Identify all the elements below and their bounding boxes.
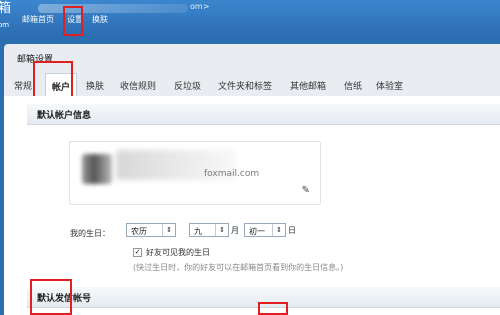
tab-skin[interactable]: 换肤 [86, 79, 104, 92]
month-select[interactable]: 九 ⇕ [189, 223, 229, 237]
default-account-section-title: 默认帐户信息 [37, 111, 92, 121]
nav-mail-home[interactable]: 邮箱首页 [22, 14, 54, 25]
select-arrow-icon: ⇕ [272, 224, 285, 236]
default-account-section-header: 默认帐户信息 [27, 104, 500, 125]
brand-text: 箱 [0, 1, 12, 16]
blurred-email-address [38, 4, 188, 13]
tab-lab[interactable]: 体验室 [376, 79, 403, 92]
settings-highlight-box [63, 6, 83, 36]
avatar-blurred [82, 154, 112, 184]
day-value: 初一 [249, 227, 265, 236]
brand-subtext: om [0, 21, 10, 29]
birthday-hint: (快过生日时，你的好友可以在邮箱首页看到你的生日信息。) [133, 263, 344, 272]
settings-tabs: 常规 帐户 换肤 收信规则 反垃圾 文件夹和标签 其他邮箱 信纸 体验室 [4, 73, 500, 97]
day-select[interactable]: 初一 ⇕ [244, 223, 286, 237]
tab-general[interactable]: 常规 [14, 79, 32, 92]
account-card: foxmail.com ✎ [69, 141, 321, 205]
day-unit: 日 [288, 226, 296, 235]
calendar-type-value: 农历 [131, 227, 147, 236]
select-arrow-icon: ⇕ [215, 224, 228, 236]
partial-highlight-box [258, 302, 288, 315]
friends-visible-label: 好友可见我的生日 [146, 248, 210, 257]
birthday-label: 我的生日： [70, 229, 110, 238]
sender-section-highlight-box [30, 279, 72, 315]
friends-visible-checkbox[interactable]: ✓ [133, 248, 142, 257]
email-address-tail: om> [190, 2, 210, 11]
tab-anti-spam[interactable]: 反垃圾 [174, 79, 201, 92]
nav-skin[interactable]: 换肤 [92, 14, 108, 25]
tab-stationery[interactable]: 信纸 [344, 79, 362, 92]
tab-mail-rules[interactable]: 收信规则 [120, 79, 156, 92]
mail-logo: 箱 om [0, 2, 11, 32]
month-value: 九 [194, 227, 202, 236]
month-unit: 月 [231, 226, 239, 235]
account-email: foxmail.com [204, 169, 260, 179]
account-settings-content: 默认帐户信息 foxmail.com ✎ 我的生日： 农历 ⇕ 九 ⇕ 月 初一… [4, 96, 500, 315]
tab-other-mailbox[interactable]: 其他邮箱 [290, 79, 326, 92]
tab-folders-labels[interactable]: 文件夹和标签 [218, 79, 272, 92]
calendar-type-select[interactable]: 农历 ⇕ [126, 223, 176, 237]
select-arrow-icon: ⇕ [162, 224, 175, 236]
edit-pencil-icon[interactable]: ✎ [302, 185, 310, 196]
